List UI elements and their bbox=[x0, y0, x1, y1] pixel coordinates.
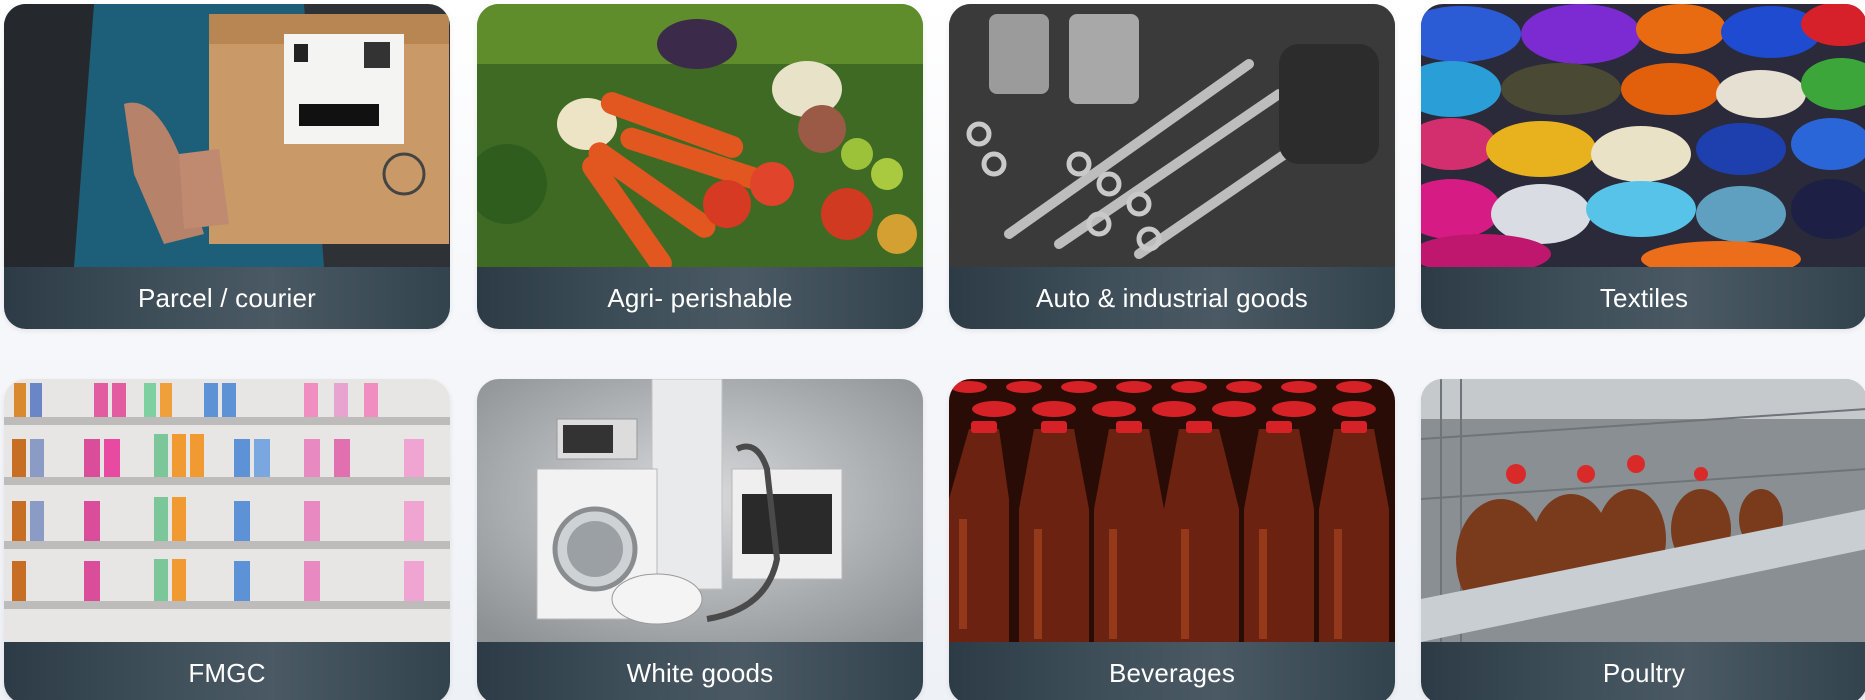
category-grid: Parcel / courier Agri- perishable Auto &… bbox=[0, 0, 1865, 700]
card-parcel-courier[interactable]: Parcel / courier bbox=[4, 4, 450, 329]
agri-perishable-photo bbox=[477, 4, 923, 267]
card-white-goods[interactable]: White goods bbox=[477, 379, 923, 700]
white-goods-photo bbox=[477, 379, 923, 642]
card-textiles-label: Textiles bbox=[1421, 267, 1865, 329]
card-beverages-label: Beverages bbox=[949, 642, 1395, 700]
auto-industrial-goods-photo bbox=[949, 4, 1395, 267]
card-fmgc[interactable]: FMGC bbox=[4, 379, 450, 700]
card-parcel-courier-label: Parcel / courier bbox=[4, 267, 450, 329]
card-textiles[interactable]: Textiles bbox=[1421, 4, 1865, 329]
card-agri-perishable-label: Agri- perishable bbox=[477, 267, 923, 329]
textiles-photo bbox=[1421, 4, 1865, 267]
card-auto-industrial-goods-label: Auto & industrial goods bbox=[949, 267, 1395, 329]
card-agri-perishable[interactable]: Agri- perishable bbox=[477, 4, 923, 329]
card-fmgc-label: FMGC bbox=[4, 642, 450, 700]
fmgc-photo bbox=[4, 379, 450, 642]
parcel-courier-photo bbox=[4, 4, 450, 267]
card-poultry-label: Poultry bbox=[1421, 642, 1865, 700]
poultry-photo bbox=[1421, 379, 1865, 642]
card-poultry[interactable]: Poultry bbox=[1421, 379, 1865, 700]
card-beverages[interactable]: Beverages bbox=[949, 379, 1395, 700]
beverages-photo bbox=[949, 379, 1395, 642]
card-auto-industrial-goods[interactable]: Auto & industrial goods bbox=[949, 4, 1395, 329]
card-white-goods-label: White goods bbox=[477, 642, 923, 700]
